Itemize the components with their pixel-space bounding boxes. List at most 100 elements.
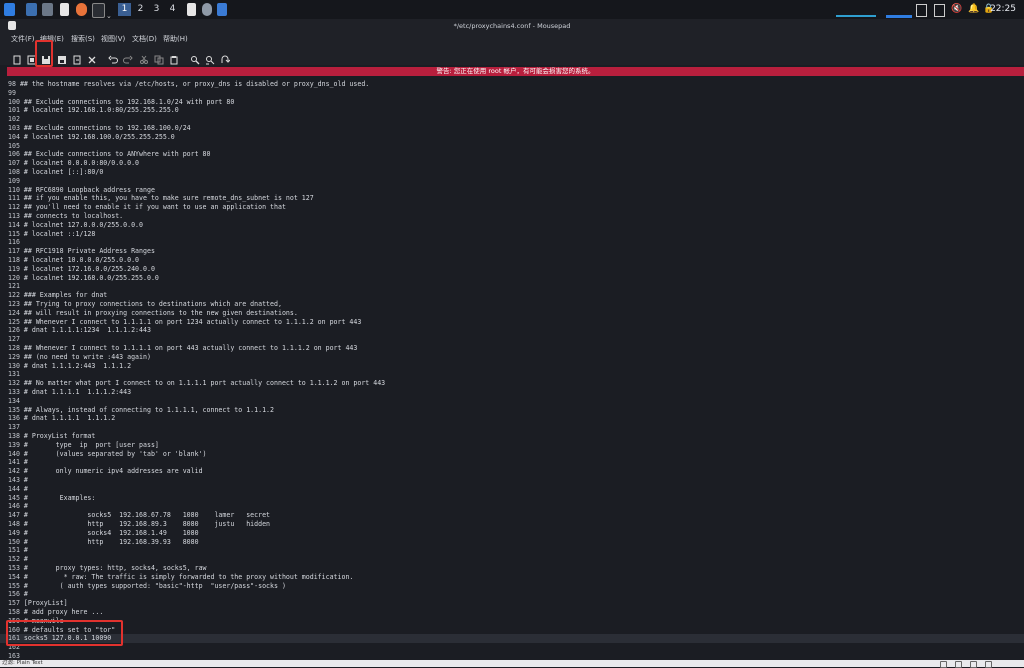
editor-line[interactable]: 143 #: [8, 476, 28, 485]
line-text[interactable]: # http 192.168.89.3 8080 justu hidden: [24, 520, 270, 528]
editor-line[interactable]: 110 ## RFC6890 Loopback address range: [8, 186, 155, 195]
menu-file[interactable]: 文件(F): [11, 34, 35, 45]
editor-line[interactable]: 127: [8, 335, 24, 344]
editor-line[interactable]: 132 ## No matter what port I connect to …: [8, 379, 385, 388]
line-text[interactable]: # dnat 1.1.1.2:443 1.1.1.2: [24, 362, 131, 370]
line-text[interactable]: # (values separated by 'tab' or 'blank'): [24, 450, 207, 458]
line-text[interactable]: #: [24, 502, 28, 510]
new-file-icon[interactable]: [12, 50, 22, 65]
editor-line[interactable]: 140 # (values separated by 'tab' or 'bla…: [8, 450, 207, 459]
line-text[interactable]: #: [24, 485, 28, 493]
editor-line[interactable]: 121: [8, 282, 24, 291]
editor-line[interactable]: 119 # localnet 172.16.0.0/255.240.0.0: [8, 265, 155, 274]
menu-search[interactable]: 搜索(S): [71, 34, 95, 45]
editor-line[interactable]: 108 # localnet [::]:80/0: [8, 168, 103, 177]
editor-line[interactable]: 126 # dnat 1.1.1.1:1234 1.1.1.2:443: [8, 326, 151, 335]
editor-line[interactable]: 149 # socks4 192.168.1.49 1080: [8, 529, 199, 538]
line-text[interactable]: # * raw: The traffic is simply forwarded…: [24, 573, 354, 581]
undo-icon[interactable]: [108, 50, 118, 64]
mousepad-task-icon[interactable]: [187, 3, 196, 16]
editor-line[interactable]: 98 ## the hostname resolves via /etc/hos…: [8, 80, 369, 89]
line-text[interactable]: # localnet 192.168.1.0:80/255.255.255.0: [24, 106, 179, 114]
line-text[interactable]: # ( auth types supported: "basic"-http "…: [24, 582, 286, 590]
line-text[interactable]: ## No matter what port I connect to on 1…: [24, 379, 385, 387]
editor-line[interactable]: 128 ## Whenever I connect to 1.1.1.1 on …: [8, 344, 357, 353]
editor-line[interactable]: 122 ### Examples for dnat: [8, 291, 107, 300]
line-text[interactable]: #: [24, 476, 28, 484]
editor-line[interactable]: 101 # localnet 192.168.1.0:80/255.255.25…: [8, 106, 179, 115]
line-text[interactable]: # localnet ::1/128: [24, 230, 95, 238]
editor-line[interactable]: 100 ## Exclude connections to 192.168.1.…: [8, 98, 234, 107]
editor-line[interactable]: 117 ## RFC1918 Private Address Ranges: [8, 247, 155, 256]
notification-icon[interactable]: 🔔: [968, 4, 979, 15]
editor-line[interactable]: 120 # localnet 192.168.0.0/255.255.0.0: [8, 274, 159, 283]
terminal-icon[interactable]: [92, 3, 105, 18]
editor-line[interactable]: 144 #: [8, 485, 28, 494]
editor-line[interactable]: 114 # localnet 127.0.0.0/255.0.0.0: [8, 221, 143, 230]
battery-icon[interactable]: [934, 4, 945, 17]
copy-icon[interactable]: [154, 50, 164, 65]
line-text[interactable]: ### Examples for dnat: [24, 291, 107, 299]
editor-line[interactable]: 136 # dnat 1.1.1.1 1.1.1.2: [8, 414, 115, 423]
line-text[interactable]: ## Whenever I connect to 1.1.1.1 on port…: [24, 318, 361, 326]
editor-line[interactable]: 109: [8, 177, 24, 186]
line-text[interactable]: ## Exclude connections to 192.168.1.0/24…: [24, 98, 234, 106]
line-text[interactable]: # add proxy here ...: [24, 608, 103, 616]
editor-line[interactable]: 111 ## if you enable this, you have to m…: [8, 194, 314, 203]
line-text[interactable]: # dnat 1.1.1.1 1.1.1.2:443: [24, 388, 131, 396]
editor-line[interactable]: 99: [8, 89, 20, 98]
line-text[interactable]: ## Always, instead of connecting to 1.1.…: [24, 406, 274, 414]
editor-line[interactable]: 106 ## Exclude connections to ANYwhere w…: [8, 150, 211, 159]
line-text[interactable]: # dnat 1.1.1.1 1.1.1.2: [24, 414, 115, 422]
line-text[interactable]: # localnet 192.168.0.0/255.255.0.0: [24, 274, 159, 282]
speaker-muted-icon[interactable]: 🔇: [951, 4, 962, 15]
line-text[interactable]: [ProxyList]: [24, 599, 68, 607]
line-text[interactable]: ## will result in proxying connections t…: [24, 309, 298, 317]
find-icon[interactable]: [190, 50, 200, 65]
line-text[interactable]: # only numeric ipv4 addresses are valid: [24, 467, 203, 475]
line-text[interactable]: # localnet 192.168.100.0/255.255.255.0: [24, 133, 175, 141]
editor-line[interactable]: 104 # localnet 192.168.100.0/255.255.255…: [8, 133, 175, 142]
line-text[interactable]: #: [24, 458, 28, 466]
kali-menu-icon[interactable]: [4, 3, 15, 16]
editor-line[interactable]: 133 # dnat 1.1.1.1 1.1.1.2:443: [8, 388, 131, 397]
editor-line[interactable]: 134: [8, 397, 24, 406]
editor-line[interactable]: 112 ## you'll need to enable it if you w…: [8, 203, 286, 212]
close-icon[interactable]: [87, 50, 97, 64]
line-text[interactable]: # localnet 172.16.0.0/255.240.0.0: [24, 265, 155, 273]
line-text[interactable]: # http 192.168.39.93 8080: [24, 538, 199, 546]
line-text[interactable]: ## Trying to proxy connections to destin…: [24, 300, 282, 308]
editor-line[interactable]: 103 ## Exclude connections to 192.168.10…: [8, 124, 191, 133]
clock[interactable]: 22:25: [990, 3, 1016, 16]
line-text[interactable]: # Examples:: [24, 494, 95, 502]
editor-line[interactable]: 156 #: [8, 590, 28, 599]
editor-line[interactable]: 138 # ProxyList format: [8, 432, 95, 441]
editor-line[interactable]: 115 # localnet ::1/128: [8, 230, 95, 239]
save-as-icon[interactable]: [57, 50, 67, 64]
line-text[interactable]: ## connects to localhost.: [24, 212, 123, 220]
editor-line[interactable]: 129 ## (no need to write :443 again): [8, 353, 151, 362]
line-text[interactable]: #: [24, 546, 28, 554]
line-text[interactable]: # socks5 192.168.67.78 1080 lamer secret: [24, 511, 270, 519]
line-text[interactable]: ## (no need to write :443 again): [24, 353, 151, 361]
line-text[interactable]: #: [24, 590, 28, 598]
editor-line[interactable]: 157 [ProxyList]: [8, 599, 68, 608]
line-text[interactable]: ## you'll need to enable it if you want …: [24, 203, 286, 211]
editor-line[interactable]: 153 # proxy types: http, socks4, socks5,…: [8, 564, 207, 573]
reload-icon[interactable]: [72, 50, 82, 65]
settings-task-icon[interactable]: [202, 3, 212, 16]
firefox-icon[interactable]: [76, 3, 87, 16]
editor-line[interactable]: 142 # only numeric ipv4 addresses are va…: [8, 467, 203, 476]
editor-line[interactable]: 123 ## Trying to proxy connections to de…: [8, 300, 282, 309]
editor-line[interactable]: 145 # Examples:: [8, 494, 95, 503]
text-editor-icon[interactable]: [60, 3, 69, 16]
line-text[interactable]: # socks4 192.168.1.49 1080: [24, 529, 199, 537]
line-text[interactable]: ## Whenever I connect to 1.1.1.1 on port…: [24, 344, 357, 352]
editor-line[interactable]: 141 #: [8, 458, 28, 467]
menu-view[interactable]: 视图(V): [101, 34, 125, 45]
line-text[interactable]: ## RFC6890 Loopback address range: [24, 186, 155, 194]
line-text[interactable]: ## the hostname resolves via /etc/hosts,…: [20, 80, 369, 88]
line-text[interactable]: # localnet 0.0.0.0:80/0.0.0.0: [24, 159, 139, 167]
line-text[interactable]: # proxy types: http, socks4, socks5, raw: [24, 564, 207, 572]
show-desktop-icon[interactable]: [26, 3, 37, 16]
